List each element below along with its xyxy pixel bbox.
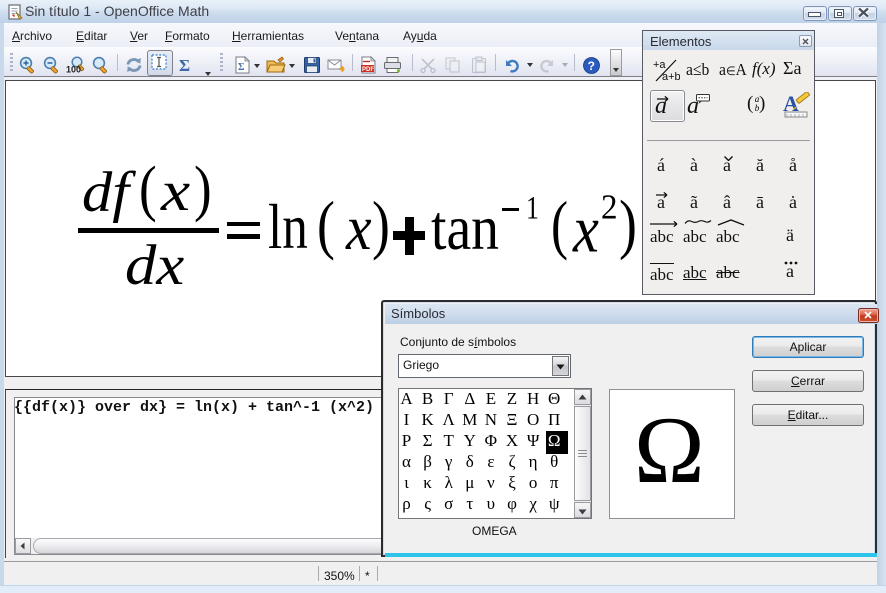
svg-text:?: ? [588, 59, 595, 73]
svg-text:Σ: Σ [179, 56, 190, 74]
svg-text:PDF: PDF [362, 67, 374, 73]
svg-text:100: 100 [66, 65, 81, 75]
svg-text:+a: +a [653, 59, 666, 71]
svg-text:Σ: Σ [238, 62, 245, 73]
